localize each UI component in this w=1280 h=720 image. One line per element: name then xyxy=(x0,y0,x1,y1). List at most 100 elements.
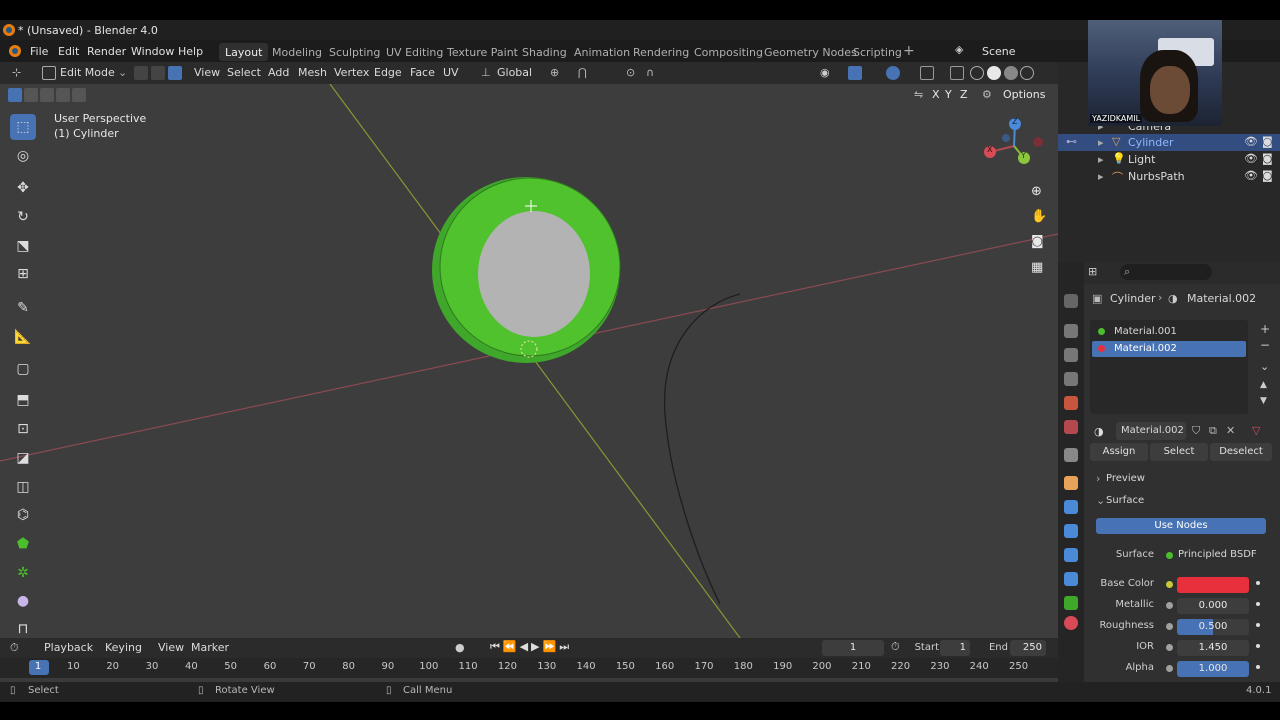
add-workspace-icon[interactable]: + xyxy=(903,43,915,59)
object-tab-icon[interactable] xyxy=(1064,476,1078,490)
particles-tab-icon[interactable] xyxy=(1064,524,1078,538)
3d-viewport[interactable]: ⬚ ◎ ✥ ↻ ⬔ ⊞ ✎ 📐 ▢ ⬒ ⊡ ◪ ◫ ⌬ ⬟ ✲ ● ⊓ User… xyxy=(0,84,1058,638)
material-slot-item[interactable]: Material.001 xyxy=(1092,324,1246,340)
solid-shading-icon[interactable] xyxy=(987,66,1001,80)
outliner-item-light[interactable]: ▸ 💡 Light 👁 ◙ xyxy=(1058,151,1280,168)
editor-type-icon[interactable]: ⊞ xyxy=(1088,265,1097,278)
overlay-toggle-icon[interactable] xyxy=(886,66,900,80)
select-extend-icon[interactable] xyxy=(24,88,38,102)
physics-tab-icon[interactable] xyxy=(1064,548,1078,562)
rendered-shading-icon[interactable] xyxy=(1020,66,1034,80)
tab-modeling[interactable]: Modeling xyxy=(266,43,328,61)
outliner-item-cylinder[interactable]: ⊷ ▸ ▽ Cylinder 👁 ◙ xyxy=(1058,134,1280,151)
timeline-editor-icon[interactable]: ⏱ xyxy=(10,641,19,655)
keyframe-dot-icon[interactable] xyxy=(1256,665,1260,669)
transform-tool[interactable]: ⊞ xyxy=(10,261,36,287)
menu-render[interactable]: Render xyxy=(87,45,126,58)
alpha-slider[interactable]: 1.000 xyxy=(1177,661,1249,677)
outliner-item-nurbspath[interactable]: ▸ ⌒ NurbsPath 👁 ◙ xyxy=(1058,168,1280,185)
tab-scripting[interactable]: Scripting xyxy=(847,43,908,61)
menu-face[interactable]: Face xyxy=(410,66,435,79)
timeline-playback-menu[interactable]: Playback xyxy=(44,641,93,654)
eye-icon[interactable]: 👁 xyxy=(1244,152,1258,165)
menu-window[interactable]: Window xyxy=(131,45,174,58)
output-tab-icon[interactable] xyxy=(1064,348,1078,362)
editor-type-icon[interactable]: ⊹ xyxy=(12,66,21,79)
current-frame-field[interactable]: 1 xyxy=(822,640,884,656)
camera-render-icon[interactable]: ◙ xyxy=(1262,135,1273,148)
menu-uv[interactable]: UV xyxy=(443,66,459,79)
select-invert-icon[interactable] xyxy=(56,88,70,102)
view-layer-tab-icon[interactable] xyxy=(1064,372,1078,386)
scale-tool[interactable]: ⬔ xyxy=(10,233,36,259)
scene-tab-icon[interactable] xyxy=(1064,396,1078,410)
material-slot-list[interactable]: Material.001 Material.002 xyxy=(1090,320,1248,414)
keyframe-dot-icon[interactable] xyxy=(1256,644,1260,648)
ior-field[interactable]: 1.450 xyxy=(1177,640,1249,656)
timeline-keying-menu[interactable]: Keying xyxy=(105,641,142,654)
assign-button[interactable]: Assign xyxy=(1090,443,1148,461)
eye-icon[interactable]: 👁 xyxy=(1244,169,1258,182)
tab-uv-editing[interactable]: UV Editing xyxy=(380,43,449,61)
grid-perspective-icon[interactable]: ▦ xyxy=(1031,260,1043,275)
timeline-ruler[interactable]: 1 10 20 30 40 50 60 70 80 90 100 110 120 130 140 150 160… xyxy=(0,658,1058,678)
menu-vertex[interactable]: Vertex xyxy=(334,66,369,79)
tool-tab-icon[interactable] xyxy=(1064,294,1078,308)
mirror-y-toggle[interactable]: Y xyxy=(945,88,952,101)
vertex-select-icon[interactable] xyxy=(134,66,148,80)
properties-search-input[interactable] xyxy=(1120,264,1212,280)
expand-arrow-icon[interactable]: ▸ xyxy=(1098,153,1104,166)
menu-edge[interactable]: Edge xyxy=(374,66,402,79)
add-cube-tool[interactable]: ▢ xyxy=(10,356,36,382)
menu-select[interactable]: Select xyxy=(227,66,261,79)
pivot-icon[interactable]: ⊕ xyxy=(550,66,559,79)
move-tool[interactable]: ✥ xyxy=(10,175,36,201)
tab-compositing[interactable]: Compositing xyxy=(688,43,769,61)
loop-cut-tool[interactable]: ◫ xyxy=(10,474,36,500)
proportional-edit-icon[interactable]: ⊙ xyxy=(626,66,635,79)
shear-tool[interactable]: ⊓ xyxy=(10,616,36,638)
select-intersect-icon[interactable] xyxy=(72,88,86,102)
deselect-button[interactable]: Deselect xyxy=(1210,443,1272,461)
mirror-icon[interactable]: ⇋ xyxy=(914,88,923,101)
select-button[interactable]: Select xyxy=(1150,443,1208,461)
face-select-icon[interactable] xyxy=(168,66,182,80)
select-box-tool[interactable]: ⬚ xyxy=(10,114,36,140)
xray-toggle-icon[interactable] xyxy=(920,66,934,80)
use-nodes-button[interactable]: Use Nodes xyxy=(1096,518,1266,534)
select-new-icon[interactable] xyxy=(8,88,22,102)
constraints-tab-icon[interactable] xyxy=(1064,572,1078,586)
metallic-field[interactable]: 0.000 xyxy=(1177,598,1249,614)
menu-file[interactable]: File xyxy=(30,45,48,58)
start-frame-field[interactable]: 1 xyxy=(940,640,970,656)
poly-build-tool[interactable]: ⬟ xyxy=(10,531,36,557)
tab-animation[interactable]: Animation xyxy=(568,43,636,61)
preview-panel-header[interactable]: › Preview xyxy=(1088,469,1280,489)
stopwatch-icon[interactable]: ⏱ xyxy=(891,640,900,654)
falloff-icon[interactable]: ∩ xyxy=(646,66,654,79)
collection-tab-icon[interactable] xyxy=(1064,448,1078,462)
wire-sphere-icon[interactable] xyxy=(970,66,984,80)
eye-icon[interactable]: 👁 xyxy=(1244,135,1258,148)
tab-shading[interactable]: Shading xyxy=(516,43,573,61)
scene-name[interactable]: Scene xyxy=(982,45,1016,58)
base-color-swatch[interactable] xyxy=(1177,577,1249,593)
chevron-down-icon[interactable]: ⌄ xyxy=(118,66,127,79)
gizmo-toggle-icon[interactable] xyxy=(848,66,862,80)
surface-panel-header[interactable]: ⌄ Surface xyxy=(1088,491,1280,511)
mirror-z-toggle[interactable]: Z xyxy=(960,88,968,101)
timeline-marker-menu[interactable]: Marker xyxy=(191,641,229,654)
annotate-tool[interactable]: ✎ xyxy=(10,295,36,321)
wireframe-shading-icon[interactable] xyxy=(950,66,964,80)
visibility-icon[interactable]: ◉ xyxy=(820,66,830,79)
menu-edit[interactable]: Edit xyxy=(58,45,79,58)
world-tab-icon[interactable] xyxy=(1064,420,1078,434)
move-slot-down-icon[interactable]: ▼ xyxy=(1260,396,1267,406)
keyframe-dot-icon[interactable] xyxy=(1256,581,1260,585)
add-slot-icon[interactable]: + xyxy=(1260,322,1270,336)
snap-icon[interactable]: ⋂ xyxy=(578,66,587,79)
material-preview-icon[interactable] xyxy=(1004,66,1018,80)
smooth-tool[interactable]: ● xyxy=(10,588,36,614)
node-link-icon[interactable]: ▽ xyxy=(1252,424,1260,437)
record-icon[interactable]: ● xyxy=(455,641,465,654)
